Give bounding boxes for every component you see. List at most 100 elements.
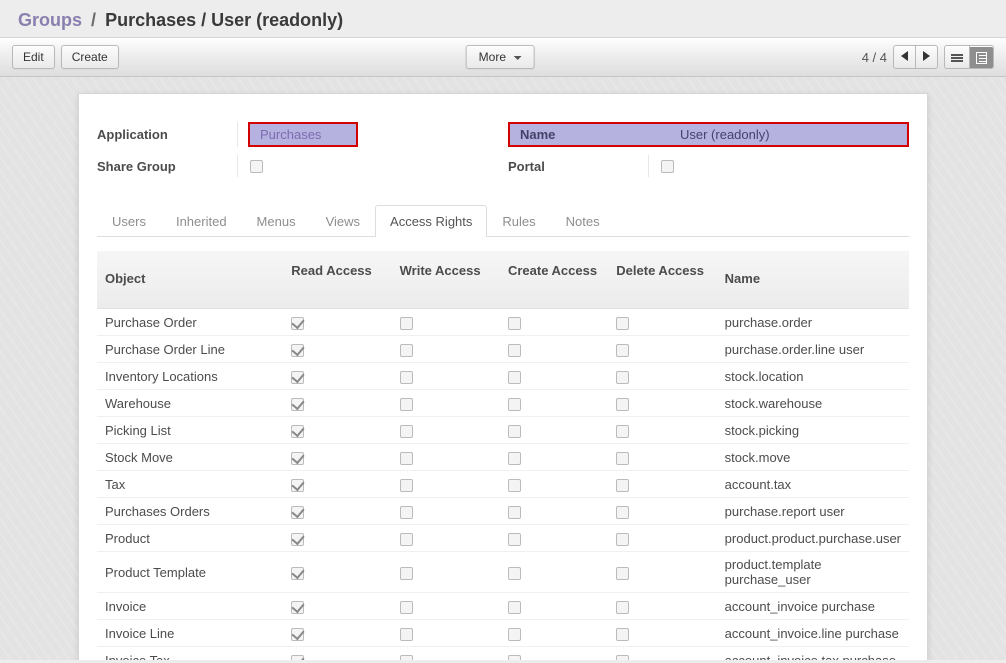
- table-row[interactable]: Product Templateproduct.template purchas…: [97, 552, 909, 593]
- w-checkbox[interactable]: [400, 655, 413, 660]
- w-checkbox[interactable]: [400, 533, 413, 546]
- cell-object: Invoice Line: [97, 620, 283, 647]
- table-row[interactable]: Warehousestock.warehouse: [97, 390, 909, 417]
- r-checkbox[interactable]: [291, 567, 304, 580]
- table-row[interactable]: Picking Liststock.picking: [97, 417, 909, 444]
- r-checkbox[interactable]: [291, 479, 304, 492]
- r-checkbox[interactable]: [291, 506, 304, 519]
- r-checkbox[interactable]: [291, 601, 304, 614]
- d-checkbox[interactable]: [616, 452, 629, 465]
- list-view-button[interactable]: [944, 45, 970, 69]
- cell-w: [392, 417, 500, 444]
- r-checkbox[interactable]: [291, 371, 304, 384]
- r-checkbox[interactable]: [291, 533, 304, 546]
- tab-notes[interactable]: Notes: [551, 205, 615, 237]
- w-checkbox[interactable]: [400, 479, 413, 492]
- create-button[interactable]: Create: [61, 45, 119, 69]
- cell-r: [283, 471, 391, 498]
- edit-button[interactable]: Edit: [12, 45, 55, 69]
- c-checkbox[interactable]: [508, 425, 521, 438]
- r-checkbox[interactable]: [291, 628, 304, 641]
- tab-menus[interactable]: Menus: [242, 205, 311, 237]
- r-checkbox[interactable]: [291, 398, 304, 411]
- c-checkbox[interactable]: [508, 655, 521, 660]
- cell-object: Purchase Order Line: [97, 336, 283, 363]
- d-checkbox[interactable]: [616, 567, 629, 580]
- breadcrumb-root[interactable]: Groups: [18, 10, 82, 30]
- d-checkbox[interactable]: [616, 344, 629, 357]
- r-checkbox[interactable]: [291, 425, 304, 438]
- cell-c: [500, 647, 608, 661]
- w-checkbox[interactable]: [400, 317, 413, 330]
- w-checkbox[interactable]: [400, 344, 413, 357]
- tab-users[interactable]: Users: [97, 205, 161, 237]
- r-checkbox[interactable]: [291, 452, 304, 465]
- r-checkbox[interactable]: [291, 655, 304, 660]
- table-row[interactable]: Inventory Locationsstock.location: [97, 363, 909, 390]
- pager-nav: [893, 45, 938, 69]
- tab-inherited[interactable]: Inherited: [161, 205, 242, 237]
- next-button[interactable]: [915, 45, 938, 69]
- table-row[interactable]: Invoice Lineaccount_invoice.line purchas…: [97, 620, 909, 647]
- prev-button[interactable]: [893, 45, 916, 69]
- r-checkbox[interactable]: [291, 317, 304, 330]
- d-checkbox[interactable]: [616, 371, 629, 384]
- d-checkbox[interactable]: [616, 601, 629, 614]
- portal-checkbox[interactable]: [661, 160, 674, 173]
- share-group-checkbox[interactable]: [250, 160, 263, 173]
- w-checkbox[interactable]: [400, 601, 413, 614]
- c-checkbox[interactable]: [508, 567, 521, 580]
- cell-r: [283, 525, 391, 552]
- table-row[interactable]: Stock Movestock.move: [97, 444, 909, 471]
- c-checkbox[interactable]: [508, 398, 521, 411]
- tab-access-rights[interactable]: Access Rights: [375, 205, 487, 237]
- cell-c: [500, 620, 608, 647]
- w-checkbox[interactable]: [400, 628, 413, 641]
- tab-rules[interactable]: Rules: [487, 205, 550, 237]
- table-row[interactable]: Purchase Orderpurchase.order: [97, 309, 909, 336]
- d-checkbox[interactable]: [616, 506, 629, 519]
- cell-c: [500, 593, 608, 620]
- d-checkbox[interactable]: [616, 479, 629, 492]
- table-row[interactable]: Invoice Taxaccount_invoice.tax purchase: [97, 647, 909, 661]
- more-dropdown[interactable]: More: [466, 45, 535, 69]
- c-checkbox[interactable]: [508, 506, 521, 519]
- w-checkbox[interactable]: [400, 371, 413, 384]
- name-value: User (readonly): [680, 127, 770, 142]
- d-checkbox[interactable]: [616, 533, 629, 546]
- c-checkbox[interactable]: [508, 371, 521, 384]
- d-checkbox[interactable]: [616, 655, 629, 660]
- d-checkbox[interactable]: [616, 398, 629, 411]
- c-checkbox[interactable]: [508, 628, 521, 641]
- r-checkbox[interactable]: [291, 344, 304, 357]
- table-row[interactable]: Invoiceaccount_invoice purchase: [97, 593, 909, 620]
- c-checkbox[interactable]: [508, 533, 521, 546]
- form-view-button[interactable]: [969, 45, 994, 69]
- c-checkbox[interactable]: [508, 601, 521, 614]
- cell-c: [500, 444, 608, 471]
- cell-c: [500, 336, 608, 363]
- c-checkbox[interactable]: [508, 479, 521, 492]
- w-checkbox[interactable]: [400, 506, 413, 519]
- d-checkbox[interactable]: [616, 425, 629, 438]
- table-row[interactable]: Purchase Order Linepurchase.order.line u…: [97, 336, 909, 363]
- cell-name: account_invoice purchase: [717, 593, 909, 620]
- table-row[interactable]: Productproduct.product.purchase.user: [97, 525, 909, 552]
- d-checkbox[interactable]: [616, 317, 629, 330]
- cell-w: [392, 498, 500, 525]
- table-row[interactable]: Purchases Orderspurchase.report user: [97, 498, 909, 525]
- cell-d: [608, 390, 716, 417]
- w-checkbox[interactable]: [400, 452, 413, 465]
- c-checkbox[interactable]: [508, 452, 521, 465]
- table-row[interactable]: Taxaccount.tax: [97, 471, 909, 498]
- col-write: Write Access: [392, 251, 500, 309]
- c-checkbox[interactable]: [508, 317, 521, 330]
- tab-views[interactable]: Views: [311, 205, 375, 237]
- toolbar: Edit Create More 4 / 4: [0, 37, 1006, 77]
- w-checkbox[interactable]: [400, 425, 413, 438]
- application-value[interactable]: Purchases: [260, 127, 321, 142]
- w-checkbox[interactable]: [400, 567, 413, 580]
- w-checkbox[interactable]: [400, 398, 413, 411]
- c-checkbox[interactable]: [508, 344, 521, 357]
- d-checkbox[interactable]: [616, 628, 629, 641]
